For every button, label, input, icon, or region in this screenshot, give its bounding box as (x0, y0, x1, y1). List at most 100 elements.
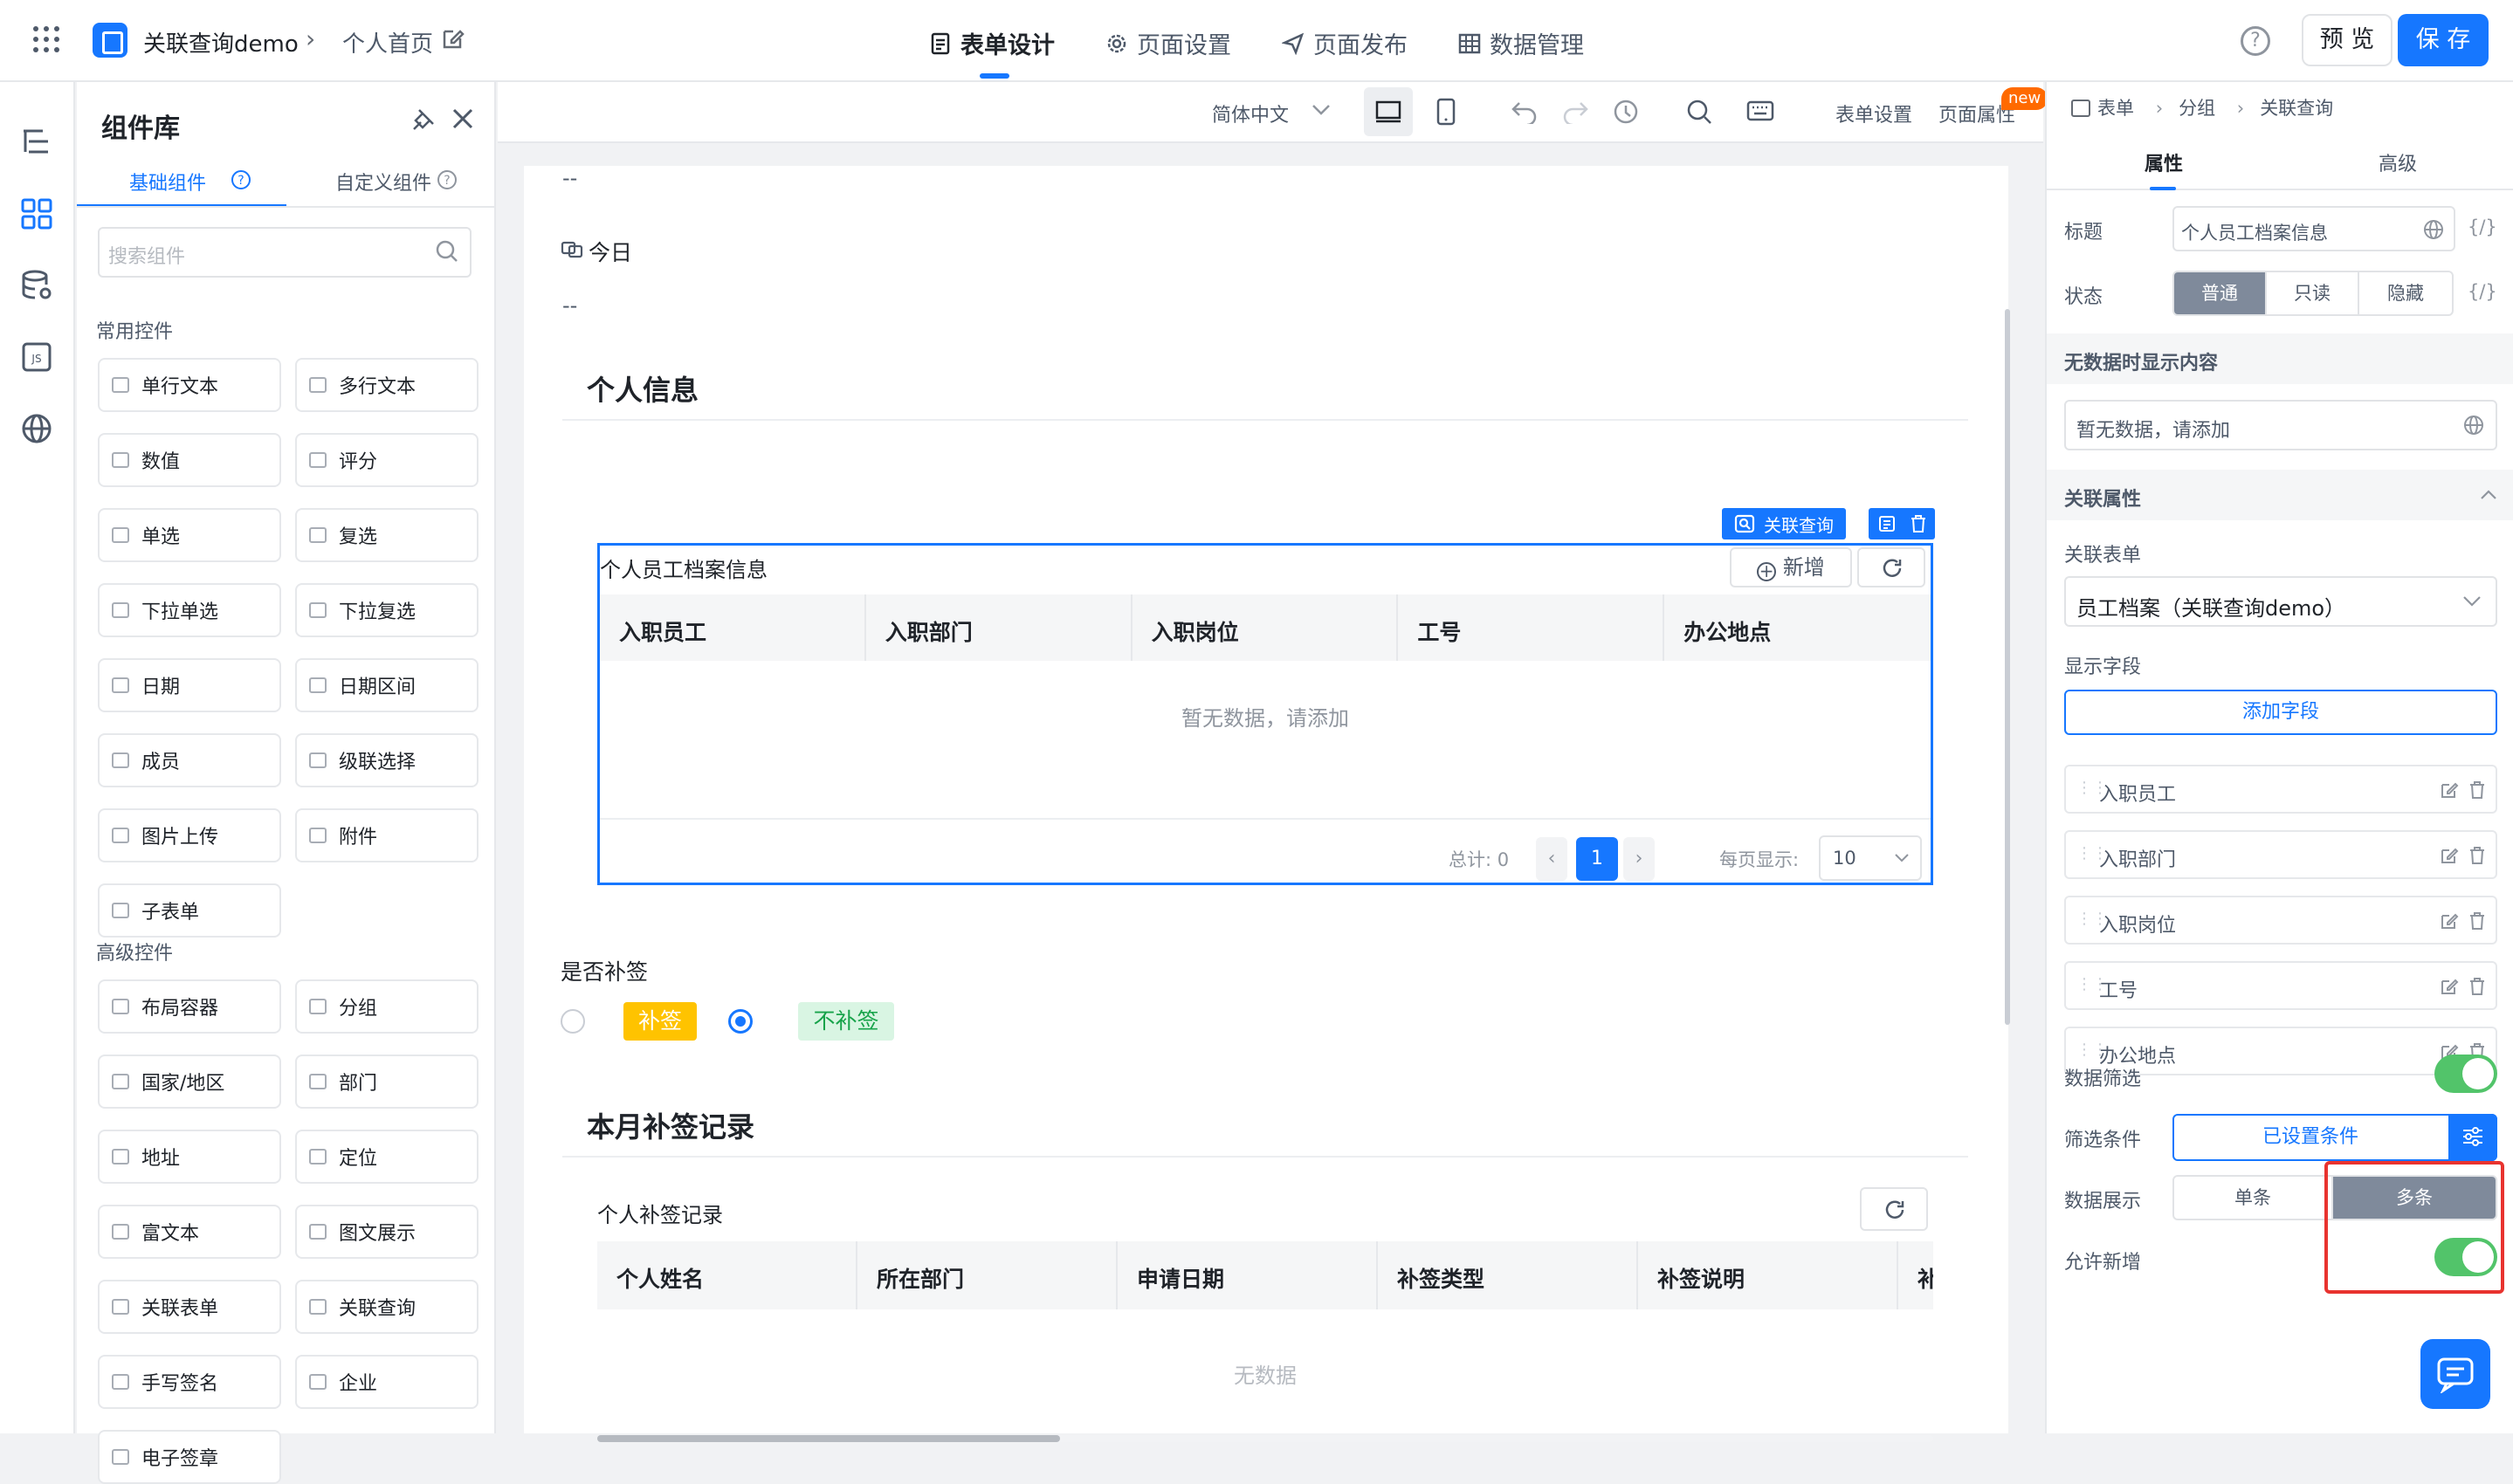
per-page-select[interactable]: 10 (1819, 835, 1922, 881)
app-grid-icon[interactable] (31, 24, 61, 54)
title-input[interactable]: 个人员工档案信息 (2172, 206, 2455, 251)
form-settings-button[interactable]: 表单设置 (1835, 100, 1912, 127)
refresh-button[interactable] (1857, 547, 1925, 587)
breadcrumb-item[interactable]: 关联查询 (2260, 98, 2333, 119)
component-item[interactable]: 企业 (295, 1355, 479, 1409)
tab-page-publish[interactable]: 页面发布 (1282, 26, 1408, 60)
horizontal-scrollbar[interactable] (597, 1435, 1060, 1442)
radio-no-supplement[interactable] (728, 1009, 753, 1034)
js-code-icon[interactable]: JS (20, 340, 53, 377)
component-item[interactable]: 日期 (98, 658, 281, 712)
add-record-button[interactable]: + 新增 (1730, 547, 1852, 587)
component-item[interactable]: 数值 (98, 433, 281, 487)
selected-component-chip[interactable]: 关联查询 (1722, 508, 1846, 539)
component-item[interactable]: 评分 (295, 433, 479, 487)
tab-form-design[interactable]: 表单设计 (931, 26, 1055, 60)
code-icon[interactable]: {/} (2468, 216, 2497, 237)
add-field-button[interactable]: 添加字段 (2064, 690, 2497, 735)
component-item[interactable]: 图文展示 (295, 1205, 479, 1259)
filter-settings-button[interactable] (2448, 1114, 2497, 1161)
group-header[interactable]: 关联属性 (2047, 470, 2513, 520)
globe-icon[interactable] (2462, 414, 2485, 436)
delete-icon[interactable] (1909, 514, 1928, 533)
tab-properties[interactable]: 属性 (2145, 148, 2183, 176)
redo-icon[interactable] (1561, 100, 1589, 124)
edit-icon[interactable] (441, 26, 465, 51)
edit-icon[interactable] (2440, 780, 2459, 800)
component-item[interactable]: 定位 (295, 1130, 479, 1184)
components-icon[interactable] (20, 197, 53, 234)
breadcrumb-item[interactable]: 分组 (2179, 98, 2215, 119)
lookup-table-component[interactable]: 个人员工档案信息 + 新增 入职员工 入职部门 入职岗位 工号 办公地点 暂无数… (597, 543, 1933, 885)
component-item[interactable]: 单行文本 (98, 358, 281, 412)
outline-tree-icon[interactable] (20, 126, 53, 162)
app-title[interactable]: 关联查询demo (143, 26, 299, 58)
radio-supplement[interactable] (561, 1009, 585, 1034)
component-item[interactable]: 单选 (98, 508, 281, 562)
display-field-row[interactable]: 入职部门 (2064, 830, 2497, 879)
tab-custom-components[interactable]: 自定义组件 (335, 168, 431, 196)
status-readonly-option[interactable]: 只读 (2267, 272, 2359, 314)
pin-icon[interactable] (410, 106, 437, 133)
component-item[interactable]: 图片上传 (98, 808, 281, 862)
preview-button[interactable]: 预 览 (2302, 14, 2393, 66)
empty-text-input[interactable]: 暂无数据，请添加 (2064, 400, 2497, 450)
component-item[interactable]: 下拉单选 (98, 583, 281, 637)
component-item[interactable]: 多行文本 (295, 358, 479, 412)
close-icon[interactable] (451, 106, 475, 131)
component-search-input[interactable]: 搜索组件 (98, 227, 472, 278)
rel-form-select[interactable]: 员工档案（关联查询demo） (2064, 576, 2497, 627)
tab-basic-components[interactable]: 基础组件 (129, 168, 206, 196)
component-item[interactable]: 下拉复选 (295, 583, 479, 637)
component-item[interactable]: 关联查询 (295, 1280, 479, 1334)
component-item[interactable]: 布局容器 (98, 979, 281, 1034)
save-button[interactable]: 保 存 (2398, 14, 2489, 66)
display-single-option[interactable]: 单条 (2174, 1177, 2333, 1219)
today-label[interactable]: 今日 (589, 236, 632, 267)
help-icon[interactable]: ? (2241, 26, 2270, 56)
keyboard-icon[interactable] (1746, 100, 1774, 122)
component-item[interactable]: 子表单 (98, 883, 281, 938)
component-item[interactable]: 日期区间 (295, 658, 479, 712)
component-item[interactable]: 分组 (295, 979, 479, 1034)
component-item[interactable]: 关联表单 (98, 1280, 281, 1334)
desktop-icon[interactable] (1374, 98, 1402, 126)
breadcrumb-item[interactable]: 表单 (2097, 98, 2134, 119)
database-icon[interactable] (20, 269, 53, 306)
component-item[interactable]: 复选 (295, 508, 479, 562)
next-page-button[interactable]: › (1623, 837, 1655, 881)
option-tag[interactable]: 补签 (623, 1002, 697, 1041)
component-item[interactable]: 附件 (295, 808, 479, 862)
copy-icon[interactable] (1877, 514, 1897, 533)
history-icon[interactable] (1612, 98, 1640, 126)
component-item[interactable]: 手写签名 (98, 1355, 281, 1409)
question-icon[interactable]: ? (437, 169, 458, 190)
delete-icon[interactable] (2468, 780, 2487, 800)
search-icon[interactable] (1685, 98, 1713, 126)
mobile-icon[interactable] (1436, 98, 1456, 126)
prev-page-button[interactable]: ‹ (1536, 837, 1567, 881)
tab-data-management[interactable]: 数据管理 (1458, 26, 1584, 60)
question-icon[interactable]: ? (231, 169, 251, 190)
display-field-row[interactable]: 入职岗位 (2064, 896, 2497, 945)
language-select[interactable]: 简体中文 (1212, 100, 1289, 127)
component-item[interactable]: 部门 (295, 1055, 479, 1109)
delete-icon[interactable] (2468, 911, 2487, 931)
refresh-button[interactable] (1860, 1187, 1928, 1231)
data-filter-toggle[interactable] (2434, 1055, 2497, 1093)
edit-icon[interactable] (2440, 977, 2459, 996)
component-item[interactable]: 国家/地区 (98, 1055, 281, 1109)
option-tag[interactable]: 不补签 (798, 1002, 894, 1041)
delete-icon[interactable] (2468, 846, 2487, 865)
delete-icon[interactable] (2468, 977, 2487, 996)
edit-icon[interactable] (2440, 911, 2459, 931)
status-hidden-option[interactable]: 隐藏 (2359, 272, 2452, 314)
display-field-row[interactable]: 入职员工 (2064, 765, 2497, 814)
globe-icon[interactable] (2422, 218, 2445, 241)
component-item[interactable]: 富文本 (98, 1205, 281, 1259)
edit-icon[interactable] (2440, 846, 2459, 865)
globe-icon[interactable] (20, 412, 53, 449)
component-item[interactable]: 地址 (98, 1130, 281, 1184)
undo-icon[interactable] (1511, 100, 1539, 124)
code-icon[interactable]: {/} (2468, 281, 2497, 302)
